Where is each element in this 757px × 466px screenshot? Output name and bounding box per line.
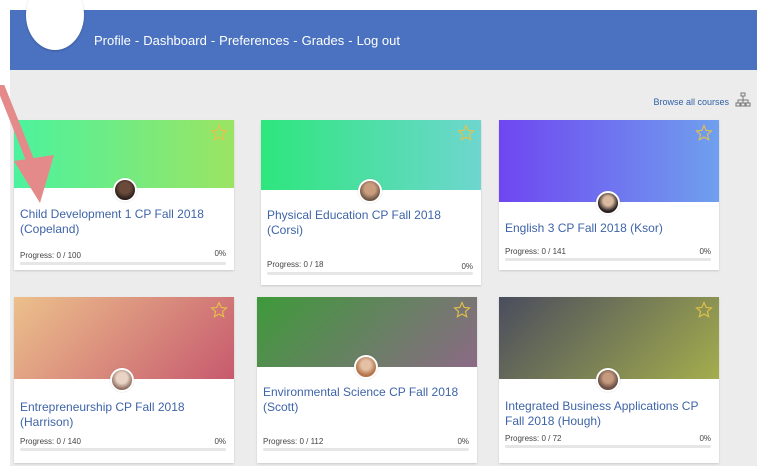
- progress-bar: [20, 448, 226, 451]
- progress-percent: 0%: [461, 262, 473, 271]
- course-title[interactable]: Environmental Science CP Fall 2018 (Scot…: [263, 385, 463, 415]
- course-title[interactable]: English 3 CP Fall 2018 (Ksor): [505, 221, 705, 236]
- nav-grades-link[interactable]: Grades: [302, 33, 345, 48]
- favorite-star-icon[interactable]: [457, 124, 475, 142]
- course-card[interactable]: Environmental Science CP Fall 2018 (Scot…: [257, 297, 477, 463]
- nav-preferences-link[interactable]: Preferences: [219, 33, 289, 48]
- progress-percent: 0%: [214, 437, 226, 446]
- sitemap-icon[interactable]: [735, 92, 751, 108]
- progress-percent: 0%: [699, 434, 711, 443]
- progress-label: Progress: 0 / 112: [263, 437, 324, 446]
- progress-percent: 0%: [699, 247, 711, 256]
- nav-separator: -: [134, 33, 140, 48]
- course-card[interactable]: Physical Education CP Fall 2018 (Corsi) …: [261, 120, 481, 285]
- user-avatar[interactable]: [26, 0, 84, 50]
- progress-percent: 0%: [457, 437, 469, 446]
- course-card[interactable]: English 3 CP Fall 2018 (Ksor) Progress: …: [499, 120, 719, 270]
- teacher-avatar: [596, 191, 620, 215]
- progress-label: Progress: 0 / 18: [267, 260, 324, 269]
- favorite-star-icon[interactable]: [210, 301, 228, 319]
- course-banner[interactable]: [499, 297, 719, 379]
- nav-separator: -: [348, 33, 353, 48]
- favorite-star-icon[interactable]: [453, 301, 471, 319]
- teacher-avatar: [354, 355, 378, 379]
- nav-dashboard-link[interactable]: Dashboard: [143, 33, 207, 48]
- nav-profile-link[interactable]: Profile: [94, 33, 131, 48]
- nav-separator: -: [293, 33, 298, 48]
- progress-percent: 0%: [214, 249, 226, 258]
- progress-bar: [267, 272, 473, 275]
- course-card[interactable]: Entrepreneurship CP Fall 2018 (Harrison)…: [14, 297, 234, 463]
- course-card[interactable]: Integrated Business Applications CP Fall…: [499, 297, 719, 463]
- course-title[interactable]: Integrated Business Applications CP Fall…: [505, 399, 705, 429]
- annotation-arrow: [0, 85, 54, 203]
- teacher-avatar: [358, 179, 382, 203]
- progress-bar: [505, 258, 711, 261]
- progress-label: Progress: 0 / 100: [20, 251, 81, 260]
- course-title[interactable]: Child Development 1 CP Fall 2018 (Copela…: [20, 207, 220, 237]
- teacher-avatar: [596, 368, 620, 392]
- progress-label: Progress: 0 / 141: [505, 247, 566, 256]
- favorite-star-icon[interactable]: [210, 124, 228, 142]
- progress-bar: [505, 445, 711, 448]
- top-navigation-bar: Profile - Dashboard - Preferences - Grades - Log…: [10, 0, 757, 70]
- teacher-avatar: [110, 368, 134, 392]
- course-banner[interactable]: [14, 297, 234, 379]
- progress-bar: [20, 262, 226, 265]
- course-banner[interactable]: [499, 120, 719, 202]
- teacher-avatar: [113, 178, 137, 202]
- progress-label: Progress: 0 / 72: [505, 434, 562, 443]
- progress-label: Progress: 0 / 140: [20, 437, 81, 446]
- nav-logout-link[interactable]: Log out: [357, 33, 400, 48]
- progress-bar: [263, 448, 469, 451]
- course-title[interactable]: Physical Education CP Fall 2018 (Corsi): [267, 208, 467, 238]
- course-title[interactable]: Entrepreneurship CP Fall 2018 (Harrison): [20, 400, 220, 430]
- favorite-star-icon[interactable]: [695, 124, 713, 142]
- browse-all-courses-link[interactable]: Browse all courses: [653, 97, 729, 107]
- nav-separator: -: [210, 33, 216, 48]
- favorite-star-icon[interactable]: [695, 301, 713, 319]
- nav-menu: Profile - Dashboard - Preferences - Grades - Log…: [94, 33, 400, 48]
